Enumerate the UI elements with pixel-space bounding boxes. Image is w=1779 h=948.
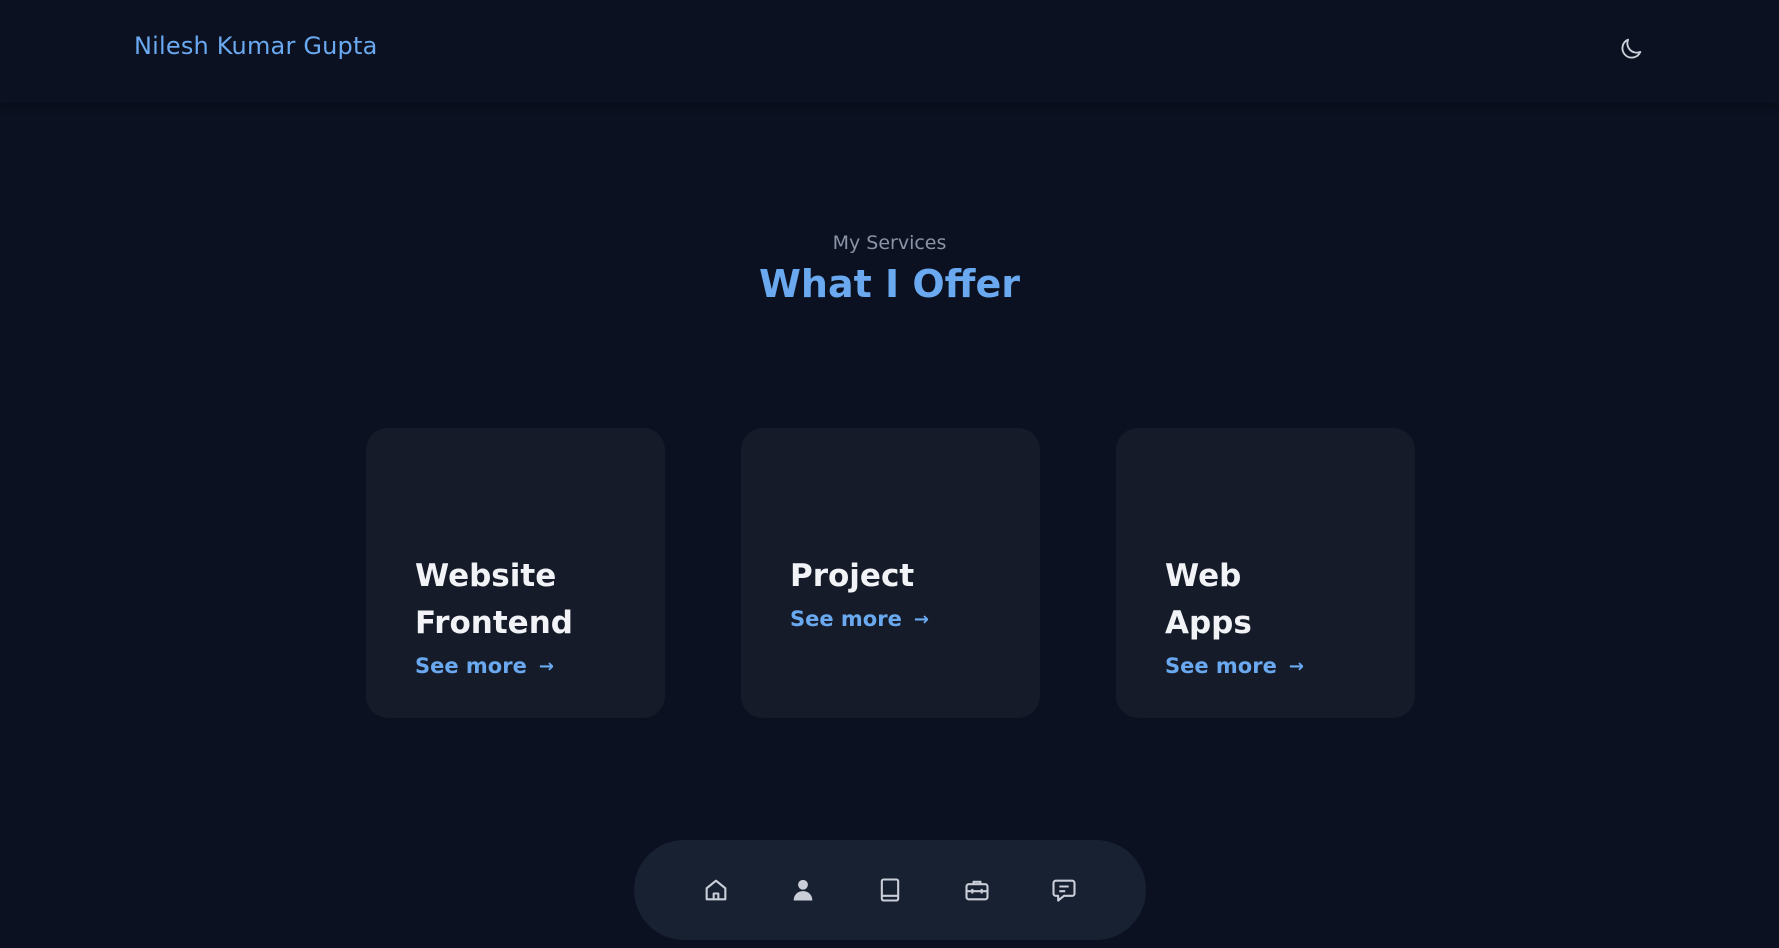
arrow-right-icon: → xyxy=(913,608,929,630)
nav-services[interactable] xyxy=(961,874,993,906)
site-header: Nilesh Kumar Gupta xyxy=(0,0,1779,103)
message-icon xyxy=(1052,879,1076,902)
see-more-link[interactable]: See more → xyxy=(415,643,585,690)
see-more-link[interactable]: See more → xyxy=(790,596,960,643)
service-card-content: Project See more → xyxy=(790,553,960,643)
moon-icon xyxy=(1621,38,1642,59)
nav-home[interactable] xyxy=(700,874,732,906)
see-more-label: See more xyxy=(1165,654,1277,678)
arrow-right-icon: → xyxy=(538,655,554,677)
service-card-title: Website Frontend xyxy=(415,558,573,641)
service-card-project: Project See more → xyxy=(741,428,1040,718)
user-icon xyxy=(793,879,813,901)
nav-contact[interactable] xyxy=(1048,874,1080,906)
see-more-label: See more xyxy=(415,654,527,678)
service-card-title: Project xyxy=(790,558,915,594)
see-more-label: See more xyxy=(790,607,902,631)
book-icon xyxy=(880,878,900,902)
section-subtitle: My Services xyxy=(832,232,947,254)
arrow-right-icon: → xyxy=(1288,655,1304,677)
service-card-content: Website Frontend See more → xyxy=(415,553,585,690)
see-more-link[interactable]: See more → xyxy=(1165,643,1335,690)
bottom-nav xyxy=(634,840,1146,940)
service-card-title: Web Apps xyxy=(1165,558,1252,641)
site-logo[interactable]: Nilesh Kumar Gupta xyxy=(134,32,378,60)
section-title: What I Offer xyxy=(759,262,1020,306)
nav-about[interactable] xyxy=(787,874,819,906)
briefcase-icon xyxy=(965,880,989,901)
theme-toggle-button[interactable] xyxy=(1616,34,1646,64)
nav-skills[interactable] xyxy=(874,874,906,906)
home-icon xyxy=(705,879,727,901)
service-card-content: Web Apps See more → xyxy=(1165,553,1304,690)
service-card-website-frontend: Website Frontend See more → xyxy=(366,428,665,718)
service-card-web-apps: Web Apps See more → xyxy=(1116,428,1415,718)
